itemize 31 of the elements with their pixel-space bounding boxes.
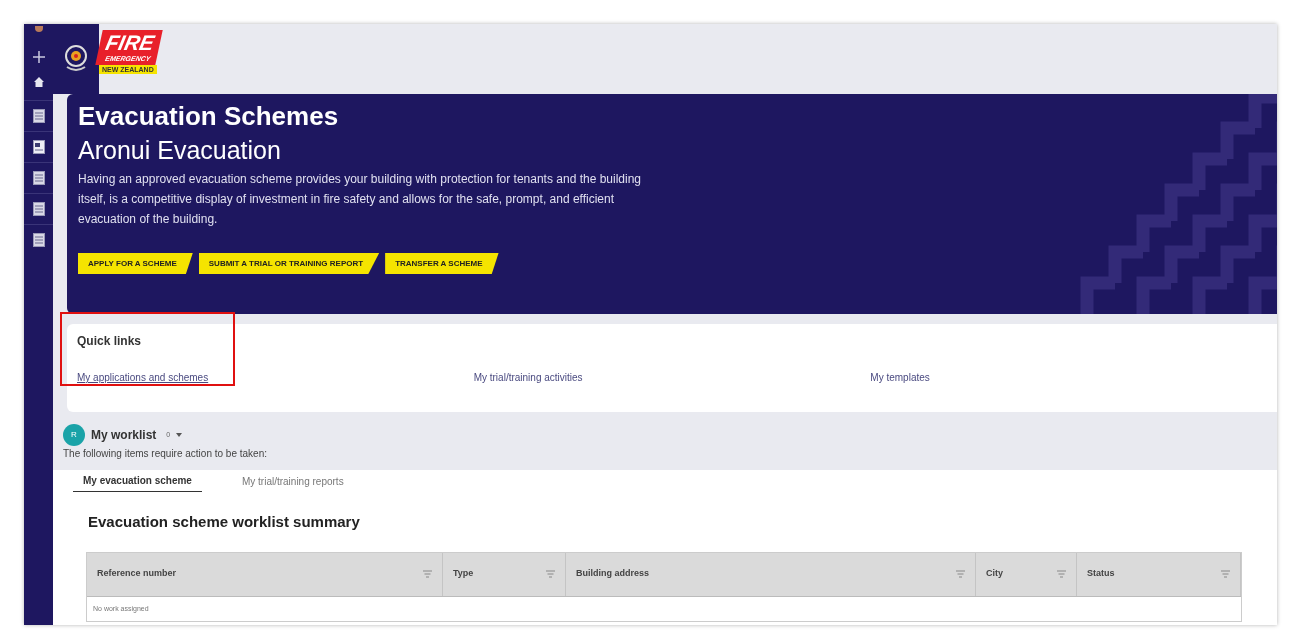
- tab[interactable]: My evacuation scheme: [73, 470, 202, 492]
- worklist-title: My worklist: [91, 427, 157, 444]
- table-title: Evacuation scheme worklist summary: [88, 512, 361, 532]
- worklist-description: The following items require action to be taken:: [63, 448, 268, 460]
- banner-subtitle: Aronui Evacuation: [78, 135, 282, 166]
- card-icon[interactable]: [32, 140, 45, 154]
- avatar-icon[interactable]: [34, 26, 43, 32]
- quick-links-title: Quick links: [77, 334, 143, 348]
- tab[interactable]: My trial/training reports: [231, 470, 354, 492]
- quick-link[interactable]: My applications and schemes: [77, 372, 209, 383]
- document-icon[interactable]: [32, 109, 45, 123]
- column-header[interactable]: Building address: [566, 552, 976, 596]
- plus-icon[interactable]: [31, 50, 46, 64]
- action-button[interactable]: APPLY FOR A SCHEME: [78, 253, 193, 274]
- column-header[interactable]: Status: [1077, 552, 1241, 596]
- document-icon[interactable]: [32, 202, 45, 216]
- logo-title: FIRE: [103, 32, 157, 54]
- document-icon[interactable]: [32, 171, 45, 185]
- avatar: R: [63, 424, 85, 446]
- quick-link[interactable]: My trial/training activities: [473, 372, 583, 383]
- action-button[interactable]: TRANSFER A SCHEME: [385, 253, 499, 274]
- banner-title: Evacuation Schemes: [78, 100, 340, 132]
- caret-icon[interactable]: [176, 433, 183, 437]
- column-header[interactable]: Reference number: [87, 552, 443, 596]
- quick-link[interactable]: My templates: [870, 372, 930, 383]
- document-icon[interactable]: [32, 233, 45, 247]
- action-button[interactable]: SUBMIT A TRIAL OR TRAINING REPORT: [198, 253, 380, 274]
- column-header[interactable]: City: [976, 552, 1077, 596]
- column-header[interactable]: Type: [443, 552, 566, 596]
- banner-description: Having an approved evacuation scheme provides your building with protection for tenants and the building itself, is a competitive display of investment in fire safety and allows for the safe, prompt, and efficient evacuation of the building.: [78, 171, 643, 228]
- home-icon[interactable]: [32, 76, 45, 88]
